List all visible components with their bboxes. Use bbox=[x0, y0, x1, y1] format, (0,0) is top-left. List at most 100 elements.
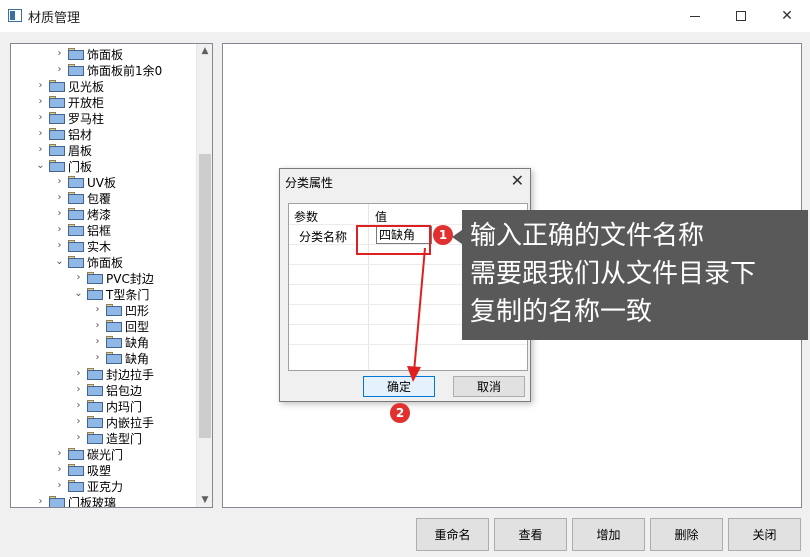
chevron-down-icon[interactable]: ⌄ bbox=[74, 286, 83, 302]
chevron-right-icon[interactable]: › bbox=[74, 398, 83, 414]
tree-item[interactable]: › 内嵌拉手 bbox=[74, 414, 155, 430]
tree-item[interactable]: › 铝材 bbox=[36, 126, 93, 142]
chevron-right-icon[interactable]: › bbox=[93, 334, 102, 350]
chevron-right-icon[interactable]: › bbox=[55, 478, 64, 494]
add-button[interactable]: 增加 bbox=[572, 518, 645, 551]
tree-item[interactable]: › PVC封边 bbox=[74, 270, 154, 286]
folder-icon bbox=[68, 224, 84, 236]
tree-item[interactable]: › 回型 bbox=[93, 318, 150, 334]
tree-item-label: 包覆 bbox=[87, 191, 112, 206]
chevron-right-icon[interactable]: › bbox=[55, 190, 64, 206]
tree-item[interactable]: › 铝框 bbox=[55, 222, 112, 238]
folder-icon bbox=[49, 112, 65, 124]
tree-item[interactable]: › 缺角 bbox=[93, 334, 150, 350]
minimize-button[interactable] bbox=[672, 0, 718, 32]
tree-item[interactable]: › 眉板 bbox=[36, 142, 93, 158]
chevron-right-icon[interactable]: › bbox=[36, 94, 45, 110]
tree-item[interactable]: › 凹形 bbox=[93, 302, 150, 318]
folder-icon bbox=[68, 176, 84, 188]
chevron-right-icon[interactable]: › bbox=[55, 462, 64, 478]
callout-line: 输入正确的文件名称 bbox=[470, 221, 705, 251]
tree-item[interactable]: › 烤漆 bbox=[55, 206, 112, 222]
step-badge-1: 1 bbox=[433, 225, 453, 245]
step-badge-2: 2 bbox=[390, 403, 410, 423]
tree-item[interactable]: › 包覆 bbox=[55, 190, 112, 206]
tree-item[interactable]: › 内玛门 bbox=[74, 398, 143, 414]
scroll-thumb[interactable] bbox=[199, 154, 211, 438]
folder-icon bbox=[106, 320, 122, 332]
folder-icon bbox=[49, 128, 65, 140]
tree-item[interactable]: › 门板玻璃 bbox=[36, 494, 116, 507]
folder-icon bbox=[68, 192, 84, 204]
delete-button[interactable]: 删除 bbox=[650, 518, 723, 551]
chevron-right-icon[interactable]: › bbox=[55, 446, 64, 462]
chevron-right-icon[interactable]: › bbox=[93, 318, 102, 334]
tree-item-label: 罗马柱 bbox=[68, 111, 105, 126]
category-tree[interactable]: › 饰面板 › 饰面板前1余0 › 见光板 › 开放柜 › 罗马柱 › 铝材 › 眉板 ⌄ 门板 › UV板 › 包覆… bbox=[10, 43, 213, 508]
chevron-right-icon[interactable]: › bbox=[36, 110, 45, 126]
chevron-right-icon[interactable]: › bbox=[74, 270, 83, 286]
close-button[interactable]: 关闭 bbox=[728, 518, 801, 551]
chevron-right-icon[interactable]: › bbox=[55, 174, 64, 190]
close-window-button[interactable]: ✕ bbox=[764, 0, 810, 32]
tree-item-label: 缺角 bbox=[125, 351, 150, 366]
chevron-right-icon[interactable]: › bbox=[55, 46, 64, 62]
tree-item-label: T型条门 bbox=[106, 287, 150, 302]
tree-item[interactable]: › 碳光门 bbox=[55, 446, 124, 462]
tree-item-label: 铝框 bbox=[87, 223, 112, 238]
maximize-button[interactable] bbox=[718, 0, 764, 32]
tree-item[interactable]: › 吸塑 bbox=[55, 462, 112, 478]
tree-item[interactable]: › 缺角 bbox=[93, 350, 150, 366]
tree-item[interactable]: › 实木 bbox=[55, 238, 112, 254]
tree-item[interactable]: › 铝包边 bbox=[74, 382, 143, 398]
tree-item[interactable]: › 造型门 bbox=[74, 430, 143, 446]
tree-item-label: 铝包边 bbox=[106, 383, 143, 398]
tree-item[interactable]: › UV板 bbox=[55, 174, 117, 190]
chevron-right-icon[interactable]: › bbox=[55, 222, 64, 238]
ok-button[interactable]: 确定 bbox=[363, 376, 435, 397]
chevron-right-icon[interactable]: › bbox=[36, 78, 45, 94]
tree-item-label: 缺角 bbox=[125, 335, 150, 350]
chevron-right-icon[interactable]: › bbox=[55, 238, 64, 254]
chevron-right-icon[interactable]: › bbox=[36, 494, 45, 507]
chevron-down-icon[interactable]: ⌄ bbox=[36, 158, 45, 174]
chevron-right-icon[interactable]: › bbox=[74, 414, 83, 430]
chevron-right-icon[interactable]: › bbox=[93, 350, 102, 366]
tree-item-label: 见光板 bbox=[68, 79, 105, 94]
tree-item[interactable]: › 开放柜 bbox=[36, 94, 105, 110]
chevron-right-icon[interactable]: › bbox=[36, 142, 45, 158]
tree-scrollbar[interactable]: ▲ ▼ bbox=[196, 44, 212, 507]
tree-item[interactable]: ⌄ 饰面板 bbox=[55, 254, 123, 270]
tree-item-label: 实木 bbox=[87, 239, 112, 254]
tree-item[interactable]: › 封边拉手 bbox=[74, 366, 155, 382]
scroll-up-icon[interactable]: ▲ bbox=[197, 44, 212, 58]
chevron-right-icon[interactable]: › bbox=[55, 206, 64, 222]
chevron-right-icon[interactable]: › bbox=[74, 382, 83, 398]
chevron-down-icon[interactable]: ⌄ bbox=[55, 254, 64, 270]
rename-button[interactable]: 重命名 bbox=[416, 518, 489, 551]
view-button[interactable]: 查看 bbox=[494, 518, 567, 551]
callout-pointer bbox=[452, 230, 462, 244]
tree-item-label: 饰面板 bbox=[87, 255, 124, 270]
chevron-right-icon[interactable]: › bbox=[55, 62, 64, 78]
tree-item[interactable]: › 罗马柱 bbox=[36, 110, 105, 126]
tree-item-label: 饰面板 bbox=[87, 47, 124, 62]
category-name-label: 分类名称 bbox=[299, 230, 348, 244]
scroll-down-icon[interactable]: ▼ bbox=[197, 493, 212, 507]
tree-item[interactable]: › 饰面板 bbox=[55, 46, 124, 62]
tree-item[interactable]: › 亚克力 bbox=[55, 478, 124, 494]
tree-item[interactable]: ⌄ 门板 bbox=[36, 158, 92, 174]
tree-item[interactable]: › 见光板 bbox=[36, 78, 105, 94]
tree-item-label: 饰面板前1余0 bbox=[87, 63, 163, 78]
folder-icon bbox=[106, 352, 122, 364]
cancel-button[interactable]: 取消 bbox=[453, 376, 525, 397]
folder-icon bbox=[68, 64, 84, 76]
tree-item[interactable]: ⌄ T型条门 bbox=[74, 286, 149, 302]
chevron-right-icon[interactable]: › bbox=[93, 302, 102, 318]
chevron-right-icon[interactable]: › bbox=[74, 366, 83, 382]
chevron-right-icon[interactable]: › bbox=[74, 430, 83, 446]
dialog-close-icon[interactable]: ✕ bbox=[511, 171, 524, 190]
dialog-title: 分类属性 bbox=[285, 176, 334, 190]
tree-item[interactable]: › 饰面板前1余0 bbox=[55, 62, 163, 78]
chevron-right-icon[interactable]: › bbox=[36, 126, 45, 142]
